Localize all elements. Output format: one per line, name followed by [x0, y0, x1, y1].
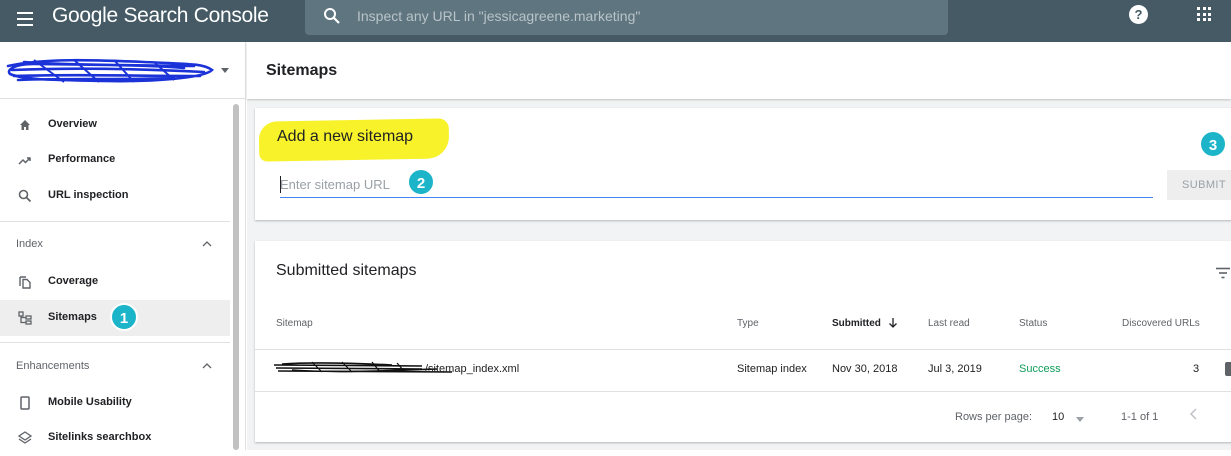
sidebar-item-sitelinks-searchbox[interactable]: Sitelinks searchbox: [0, 420, 230, 456]
sitemap-url-cell[interactable]: /sitemap_index.xml: [425, 363, 519, 375]
page-header: Sitemaps: [247, 42, 1231, 99]
trending-icon: [18, 157, 31, 165]
copy-icon: [19, 276, 31, 289]
page-title: Sitemaps: [266, 62, 338, 79]
add-sitemap-card: Add a new sitemap 2 3 SUBMIT: [255, 108, 1231, 220]
redacted-property-scribble: [6, 58, 214, 83]
pagination-range: 1-1 of 1: [1121, 411, 1159, 423]
sitemap-icon: [18, 311, 32, 325]
chevron-left-icon[interactable]: [1189, 407, 1199, 421]
search-icon: [18, 189, 32, 203]
column-header-sitemap[interactable]: Sitemap: [276, 318, 313, 329]
sidebar-item-label: Sitelinks searchbox: [48, 431, 152, 443]
sidebar-item-label: URL inspection: [48, 189, 129, 201]
sidebar-item-label: Overview: [48, 118, 97, 130]
section-header-enhancements[interactable]: Enhancements: [0, 352, 230, 382]
sidebar-item-label: Performance: [48, 153, 116, 165]
submitted-date-cell: Nov 30, 2018: [832, 363, 898, 375]
help-icon[interactable]: ?: [1129, 5, 1148, 24]
rows-per-page-caret-icon[interactable]: [1076, 417, 1084, 422]
last-read-cell: Jul 3, 2019: [928, 363, 982, 375]
sidebar-item-label: Sitemaps: [48, 311, 97, 323]
section-label: Index: [16, 238, 43, 250]
callout-badge-2: 2: [407, 168, 435, 196]
rows-per-page-select[interactable]: 10: [1052, 411, 1064, 423]
discovered-urls-cell: 3: [1193, 363, 1200, 375]
sidebar-item-url-inspection[interactable]: URL inspection: [0, 178, 230, 214]
home-icon: [20, 120, 30, 130]
sidebar-item-mobile-usability[interactable]: Mobile Usability: [0, 385, 230, 421]
search-placeholder: Inspect any URL in "jessicagreene.market…: [357, 8, 641, 24]
chevron-up-icon[interactable]: [202, 239, 212, 249]
sidebar-item-performance[interactable]: Performance: [0, 142, 230, 178]
menu-icon[interactable]: [17, 12, 33, 28]
section-label: Enhancements: [16, 360, 90, 372]
sidebar-item-overview[interactable]: Overview: [0, 107, 230, 143]
sitemap-type-cell: Sitemap index: [737, 363, 807, 375]
layers-icon: [17, 431, 33, 444]
sidebar: Overview Performance URL inspection Inde…: [0, 42, 246, 450]
callout-badge-1: 1: [110, 303, 138, 331]
property-selector[interactable]: [0, 42, 246, 99]
column-header-last-read[interactable]: Last read: [928, 318, 970, 329]
table-divider: [255, 349, 1231, 350]
sidebar-divider: [0, 342, 230, 343]
status-cell: Success: [1019, 363, 1061, 375]
sidebar-divider: [0, 221, 230, 222]
column-header-discovered-urls[interactable]: Discovered URLs: [1122, 318, 1200, 329]
apps-icon[interactable]: [1197, 7, 1211, 21]
url-inspection-search[interactable]: Inspect any URL in "jessicagreene.market…: [305, 0, 948, 35]
search-icon: [324, 8, 340, 24]
section-header-index[interactable]: Index: [0, 230, 230, 260]
submitted-sitemaps-title: Submitted sitemaps: [276, 262, 417, 279]
chevron-up-icon[interactable]: [202, 361, 212, 371]
main-content: Sitemaps Add a new sitemap 2 3 SUBMIT Su…: [247, 42, 1231, 450]
filter-icon[interactable]: [1216, 267, 1230, 279]
phone-icon: [20, 396, 30, 410]
callout-badge-3: 3: [1199, 130, 1227, 158]
sidebar-item-label: Mobile Usability: [48, 396, 132, 408]
add-sitemap-title: Add a new sitemap: [277, 128, 414, 145]
text-cursor: [280, 176, 281, 193]
column-header-type[interactable]: Type: [737, 318, 759, 329]
submitted-sitemaps-card: Submitted sitemaps Sitemap Type Submitte…: [255, 241, 1231, 442]
submit-button[interactable]: SUBMIT: [1167, 170, 1231, 200]
app-title[interactable]: Google Search Console: [52, 4, 269, 28]
sidebar-scrollbar[interactable]: [233, 104, 239, 450]
rows-per-page-label: Rows per page:: [955, 411, 1033, 423]
table-divider: [255, 391, 1231, 392]
property-dropdown-caret-icon[interactable]: [221, 68, 229, 73]
top-app-bar: Google Search Console Inspect any URL in…: [0, 0, 1231, 42]
sidebar-item-label: Coverage: [48, 275, 99, 287]
column-header-submitted[interactable]: Submitted: [832, 318, 881, 329]
column-header-status[interactable]: Status: [1019, 318, 1047, 329]
sort-arrow-down-icon[interactable]: [888, 317, 898, 329]
row-details-icon[interactable]: [1225, 362, 1231, 376]
sidebar-item-coverage[interactable]: Coverage: [0, 264, 230, 300]
